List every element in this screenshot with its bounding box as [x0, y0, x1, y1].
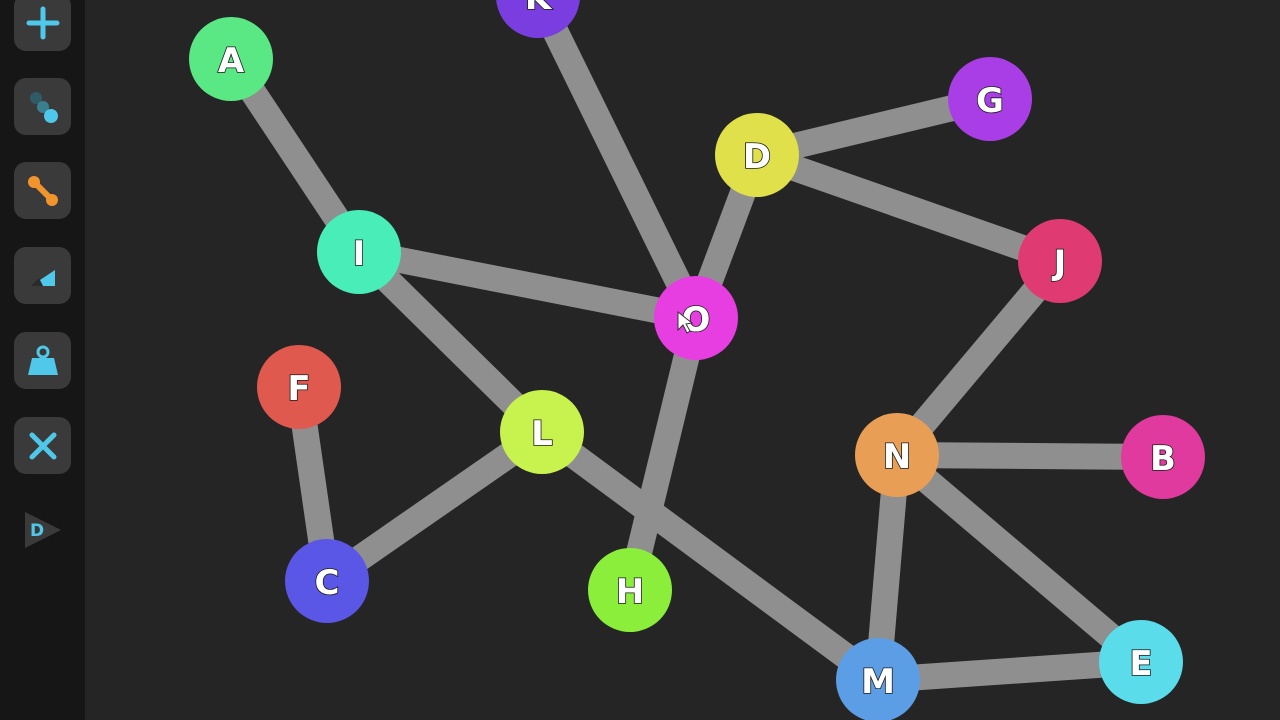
node-circle[interactable]	[500, 390, 584, 474]
node-circle[interactable]	[317, 210, 401, 294]
node-j[interactable]: J	[1018, 219, 1102, 303]
node-circle[interactable]	[189, 17, 273, 101]
node-l[interactable]: L	[500, 390, 584, 474]
node-h[interactable]: H	[588, 548, 672, 632]
node-circle[interactable]	[836, 638, 920, 720]
node-circle[interactable]	[1018, 219, 1102, 303]
node-a[interactable]: A	[189, 17, 273, 101]
node-circle[interactable]	[1099, 620, 1183, 704]
node-circle[interactable]	[588, 548, 672, 632]
node-g[interactable]: G	[948, 57, 1032, 141]
node-circle[interactable]	[948, 57, 1032, 141]
node-circle[interactable]	[715, 113, 799, 197]
edge-n-e[interactable]	[888, 445, 1150, 672]
node-e[interactable]: E	[1099, 620, 1183, 704]
node-circle[interactable]	[285, 539, 369, 623]
edge-k-o[interactable]	[526, 0, 708, 324]
node-circle[interactable]	[654, 276, 738, 360]
node-i[interactable]: I	[317, 210, 401, 294]
node-circle[interactable]	[257, 345, 341, 429]
graph-canvas[interactable]: KAGDIJOFLNBCHME	[0, 0, 1280, 720]
node-c[interactable]: C	[285, 539, 369, 623]
node-d[interactable]: D	[715, 113, 799, 197]
node-o[interactable]: O	[654, 276, 738, 360]
node-n[interactable]: N	[855, 413, 939, 497]
node-m[interactable]: M	[836, 638, 920, 720]
node-b[interactable]: B	[1121, 415, 1205, 499]
node-circle[interactable]	[1121, 415, 1205, 499]
node-f[interactable]: F	[257, 345, 341, 429]
node-circle[interactable]	[855, 413, 939, 497]
edge-l-m[interactable]	[534, 421, 886, 691]
edge-d-j[interactable]	[752, 142, 1065, 274]
